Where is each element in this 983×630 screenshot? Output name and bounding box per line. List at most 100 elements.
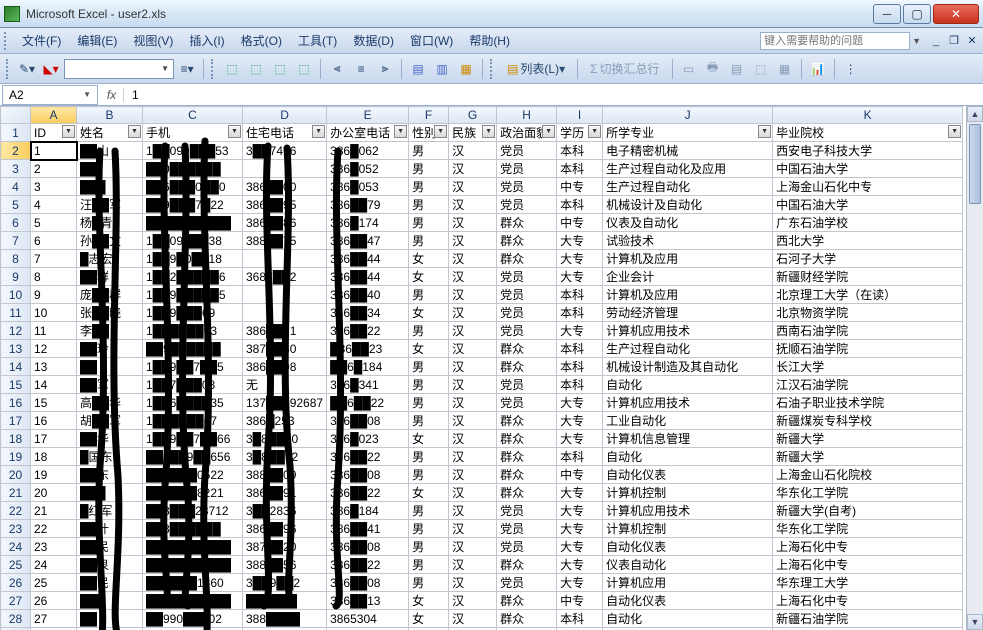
cell[interactable]: 男 bbox=[409, 142, 449, 160]
cell[interactable]: 试验技术 bbox=[603, 232, 773, 250]
split-cells-icon[interactable]: ⬚ bbox=[293, 58, 315, 80]
cell[interactable]: 李██ bbox=[77, 322, 143, 340]
align-center-icon[interactable]: ≡ bbox=[350, 58, 372, 80]
cell[interactable]: 男 bbox=[409, 376, 449, 394]
cell[interactable]: 男 bbox=[409, 178, 449, 196]
cell[interactable]: 计算机及应用 bbox=[603, 250, 773, 268]
cell[interactable]: 电子精密机械 bbox=[603, 142, 773, 160]
cell[interactable]: 上海石化中专 bbox=[773, 592, 963, 610]
filter-button[interactable]: ▼ bbox=[948, 125, 961, 138]
scroll-up-icon[interactable]: ▲ bbox=[967, 106, 983, 122]
cell[interactable]: 386██47 bbox=[327, 232, 409, 250]
cell[interactable]: 男 bbox=[409, 286, 449, 304]
cell[interactable]: 1 bbox=[31, 142, 77, 160]
cell[interactable]: 386█253 bbox=[243, 412, 327, 430]
cell[interactable]: 女 bbox=[409, 340, 449, 358]
vertical-scrollbar[interactable]: ▲ ▼ bbox=[966, 106, 983, 630]
fill-icon[interactable]: ◣▾ bbox=[40, 58, 62, 80]
cell[interactable]: 386██34 bbox=[327, 304, 409, 322]
cell[interactable]: 汉 bbox=[449, 358, 497, 376]
cell[interactable]: ██民 bbox=[77, 538, 143, 556]
filter-button[interactable]: ▼ bbox=[128, 125, 141, 138]
cell[interactable]: 女 bbox=[409, 484, 449, 502]
cell[interactable]: 18 bbox=[31, 448, 77, 466]
cell[interactable]: 汉 bbox=[449, 430, 497, 448]
doc-restore-button[interactable]: ❐ bbox=[947, 34, 961, 48]
cell[interactable]: 汉 bbox=[449, 592, 497, 610]
cell[interactable]: 大专 bbox=[557, 430, 603, 448]
cell[interactable]: 生产过程自动化及应用 bbox=[603, 160, 773, 178]
cell[interactable]: 汉 bbox=[449, 160, 497, 178]
group-icon[interactable]: ⬚ bbox=[221, 58, 243, 80]
cell[interactable]: 汉 bbox=[449, 178, 497, 196]
col-header-K[interactable]: K bbox=[773, 107, 963, 124]
cell[interactable]: 386█341 bbox=[327, 376, 409, 394]
cell[interactable]: 17 bbox=[31, 430, 77, 448]
filter-button[interactable]: ▼ bbox=[482, 125, 495, 138]
grid-scroll[interactable]: A B C D E F G H I J K 1ID▼姓名▼手机▼住宅电话▼办公室… bbox=[0, 106, 966, 630]
cell[interactable]: 26 bbox=[31, 592, 77, 610]
cell[interactable]: 高██华 bbox=[77, 394, 143, 412]
row-header[interactable]: 11 bbox=[1, 304, 31, 322]
cell[interactable]: 新疆石油学院 bbox=[773, 610, 963, 628]
close-button[interactable]: ✕ bbox=[933, 4, 979, 24]
pencil-icon[interactable]: ✎▾ bbox=[16, 58, 38, 80]
cell[interactable]: 汉 bbox=[449, 214, 497, 232]
cell[interactable]: 387██30 bbox=[243, 340, 327, 358]
cell[interactable]: 3██2836 bbox=[243, 502, 327, 520]
cell[interactable]: 党员 bbox=[497, 322, 557, 340]
cell[interactable]: 男 bbox=[409, 556, 449, 574]
cell[interactable] bbox=[243, 160, 327, 178]
name-box[interactable]: A2▼ bbox=[2, 85, 98, 105]
cell[interactable]: 生产过程自动化 bbox=[603, 178, 773, 196]
row-header[interactable]: 21 bbox=[1, 484, 31, 502]
cell[interactable]: 386██13 bbox=[327, 592, 409, 610]
cell[interactable]: 大专 bbox=[557, 322, 603, 340]
cell[interactable]: 自动化仪表 bbox=[603, 592, 773, 610]
formula-input[interactable] bbox=[128, 86, 983, 104]
cell[interactable]: 群众 bbox=[497, 358, 557, 376]
doc-close-button[interactable]: ✕ bbox=[965, 34, 979, 48]
cell[interactable]: 男 bbox=[409, 520, 449, 538]
line-style-icon[interactable]: ≡▾ bbox=[176, 58, 198, 80]
cell[interactable]: 男 bbox=[409, 196, 449, 214]
cell[interactable]: 19 bbox=[31, 466, 77, 484]
filter-button[interactable]: ▼ bbox=[434, 125, 447, 138]
cell[interactable]: 女 bbox=[409, 610, 449, 628]
cell[interactable]: 388████ bbox=[243, 610, 327, 628]
cell[interactable]: 386██00 bbox=[243, 178, 327, 196]
cell[interactable]: 386██08 bbox=[327, 412, 409, 430]
cell[interactable]: 生产过程自动化 bbox=[603, 340, 773, 358]
menu-view[interactable]: 视图(V) bbox=[125, 29, 181, 52]
cell[interactable]: 388██75 bbox=[243, 232, 327, 250]
cell[interactable]: 本科 bbox=[557, 448, 603, 466]
cell[interactable]: 汉 bbox=[449, 484, 497, 502]
cell[interactable]: 386█174 bbox=[327, 214, 409, 232]
cell[interactable]: 386██91 bbox=[243, 484, 327, 502]
cell[interactable]: 386██81 bbox=[243, 322, 327, 340]
cell[interactable]: 本科 bbox=[557, 286, 603, 304]
cell[interactable]: 新疆大学 bbox=[773, 430, 963, 448]
cell[interactable]: 386██41 bbox=[327, 520, 409, 538]
menu-insert[interactable]: 插入(I) bbox=[181, 29, 232, 52]
cell[interactable]: 388██56 bbox=[243, 556, 327, 574]
spreadsheet[interactable]: A B C D E F G H I J K 1ID▼姓名▼手机▼住宅电话▼办公室… bbox=[0, 106, 963, 630]
cell[interactable]: 本科 bbox=[557, 358, 603, 376]
cell[interactable]: 4 bbox=[31, 196, 77, 214]
row-header[interactable]: 12 bbox=[1, 322, 31, 340]
merge-cells-icon[interactable]: ⬚ bbox=[269, 58, 291, 80]
cell[interactable]: 24 bbox=[31, 556, 77, 574]
cell[interactable]: 中专 bbox=[557, 466, 603, 484]
cell[interactable]: 13 bbox=[31, 358, 77, 376]
align-right-icon[interactable]: ⫸ bbox=[374, 58, 396, 80]
cell[interactable]: 3█8██92 bbox=[243, 448, 327, 466]
cell[interactable]: 男 bbox=[409, 322, 449, 340]
row-header[interactable]: 27 bbox=[1, 592, 31, 610]
cell[interactable]: 汉 bbox=[449, 304, 497, 322]
cell[interactable]: 群众 bbox=[497, 232, 557, 250]
row-header[interactable]: 2 bbox=[1, 142, 31, 160]
tb-icon-5[interactable]: ▦ bbox=[774, 58, 796, 80]
cell[interactable]: 自动化仪表 bbox=[603, 466, 773, 484]
cell[interactable]: █红军 bbox=[77, 502, 143, 520]
cell[interactable]: 仪表及自动化 bbox=[603, 214, 773, 232]
